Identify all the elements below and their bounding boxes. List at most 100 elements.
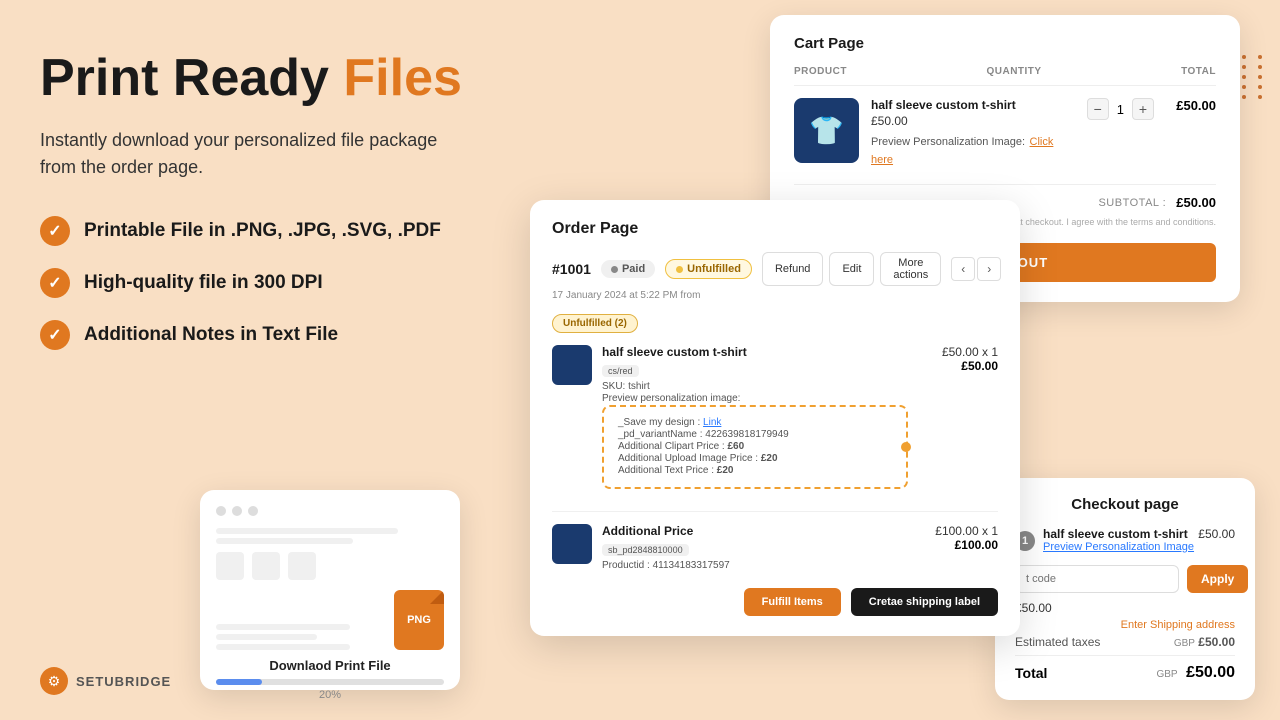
badge-unfulfilled: Unfulfilled [665,259,752,279]
order-date: 17 January 2024 at 5:22 PM from [552,290,998,301]
cart-header-quantity: QUANTITY [986,66,1041,77]
checkout-card: Checkout page 1 half sleeve custom t-shi… [995,478,1255,700]
checkout-preview-link[interactable]: Preview Personalization Image [1043,541,1194,553]
file-lines-top [216,528,444,544]
unfulfilled-count-badge: Unfulfilled (2) [552,314,638,333]
badge-unfulfilled-label: Unfulfilled [687,263,741,275]
checkout-item-name: half sleeve custom t-shirt [1043,527,1194,541]
order-item-2-name: Additional Price [602,524,908,538]
checkout-total-currency: GBP [1156,669,1177,680]
cart-header-product: PRODUCT [794,66,847,77]
window-controls [216,506,444,516]
order-item-1-row: half sleeve custom t-shirt cs/red SKU: t… [552,345,998,512]
order-item-1-details-box: _Save my design : Link _pd_variantName :… [602,405,908,489]
cart-product-row: 👕 half sleeve custom t-shirt £50.00 Prev… [794,98,1216,168]
feature-list: Printable File in .PNG, .JPG, .SVG, .PDF… [40,216,540,350]
cart-product-name: half sleeve custom t-shirt [871,98,1075,112]
feature-label-1: Printable File in .PNG, .JPG, .SVG, .PDF [84,220,441,242]
order-nav-buttons: ‹ › [951,257,1001,281]
tax-currency: GBP [1174,638,1195,649]
order-item-2-total: £100.00 [918,538,998,552]
create-shipping-button[interactable]: Cretae shipping label [851,588,998,616]
png-file-icon: PNG [394,590,444,650]
order-item-1-name: half sleeve custom t-shirt [602,345,908,359]
order-item-2-price-qty: £100.00 x 1 [918,524,998,538]
file-line-2 [216,538,353,544]
qty-increase-button[interactable]: + [1132,98,1154,120]
file-line-3 [216,624,350,630]
badge-paid-label: Paid [622,263,645,275]
checkout-step: 1 half sleeve custom t-shirt Preview Per… [1015,527,1235,555]
shipping-note: Enter Shipping address [1015,619,1235,631]
tax-label: Estimated taxes [1015,635,1100,649]
main-title: Print Ready Files [40,50,540,107]
order-item-2-variant: sb_pd2848810000 [602,544,689,556]
logo-text: SETUBRIDGE [76,674,171,689]
tshirt-icon: 👕 [809,114,844,147]
subtotal-value: £50.00 [1176,195,1216,210]
checkout-total-label: Total [1015,665,1047,681]
check-icon-1 [40,216,70,246]
cart-product-info: half sleeve custom t-shirt £50.00 Previe… [871,98,1075,168]
order-item-1-pricing: £50.00 x 1 £50.00 [918,345,998,373]
apply-button[interactable]: Apply [1187,565,1248,593]
order-next-button[interactable]: › [977,257,1001,281]
dot-red [216,506,226,516]
order-item-2-image [552,524,592,564]
order-item-1-variant: cs/red [602,365,639,377]
cart-preview-text: Preview Personalization Image: Click her… [871,132,1075,168]
feature-item-3: Additional Notes in Text File [40,320,540,350]
order-header-row: #1001 Paid Unfulfilled Refund Edit More … [552,252,998,286]
discount-row: Apply [1015,565,1235,593]
order-item-1-save: _Save my design : Link [618,417,892,428]
checkout-total-value: £50.00 [1186,664,1235,681]
preview-label: Preview Personalization Image: [871,136,1025,148]
dot-green [248,506,258,516]
edit-button[interactable]: Edit [829,252,874,286]
title-plain: Print Ready [40,49,343,107]
checkout-total-amount: GBP £50.00 [1156,664,1235,682]
cart-header-total: TOTAL [1181,66,1216,77]
file-line-5 [216,644,350,650]
order-item-1-upload: Additional Upload Image Price : £20 [618,453,892,464]
order-item-1-preview: Preview personalization image: [602,393,908,404]
cart-title: Cart Page [794,35,1216,52]
check-icon-2 [40,268,70,298]
download-title: Downlaod Print File [216,658,444,673]
tax-amount: GBP £50.00 [1174,635,1235,649]
discount-code-input[interactable] [1015,565,1179,593]
order-prev-button[interactable]: ‹ [951,257,975,281]
feature-label-2: High-quality file in 300 DPI [84,272,323,294]
order-number: #1001 [552,261,591,277]
checkout-title: Checkout page [1015,496,1235,513]
order-item-1-clipart: Additional Clipart Price : £60 [618,441,892,452]
badge-paid: Paid [601,260,655,278]
checkout-subtotal-row: £50.00 [1015,601,1235,615]
download-card: PNG Downlaod Print File 20% [200,490,460,690]
order-item-1-total: £50.00 [918,359,998,373]
qty-decrease-button[interactable]: − [1087,98,1109,120]
save-design-link[interactable]: Link [703,417,721,428]
progress-bar-container [216,679,444,685]
fulfill-items-button[interactable]: Fulfill Items [744,588,841,616]
cart-quantity-control[interactable]: − 1 + [1087,98,1154,120]
order-footer-buttons: Fulfill Items Cretae shipping label [552,576,998,616]
cart-item-total: £50.00 [1166,98,1216,113]
file-line-4 [216,634,317,640]
save-design-label: _Save my design : [618,417,700,428]
checkout-item-details: half sleeve custom t-shirt Preview Perso… [1043,527,1235,555]
refund-button[interactable]: Refund [762,252,823,286]
feature-item-2: High-quality file in 300 DPI [40,268,540,298]
logo-area: ⚙ SETUBRIDGE [40,667,171,695]
checkout-item-price: £50.00 [1198,527,1235,541]
order-item-1-info: half sleeve custom t-shirt cs/red SKU: t… [602,345,908,499]
order-item-1-image [552,345,592,385]
subtotal-label: SUBTOTAL : [1098,197,1166,209]
order-item-1-variantname: _pd_variantName : 422639818179949 [618,429,892,440]
more-actions-button[interactable]: More actions [880,252,941,286]
order-item-1-textprice: Additional Text Price : £20 [618,465,892,476]
checkout-subtotal-value: £50.00 [1015,601,1052,615]
tax-value: £50.00 [1198,635,1235,649]
order-item-2-productid: Productid : 41134183317597 [602,560,908,571]
file-placeholder-2 [252,552,280,580]
